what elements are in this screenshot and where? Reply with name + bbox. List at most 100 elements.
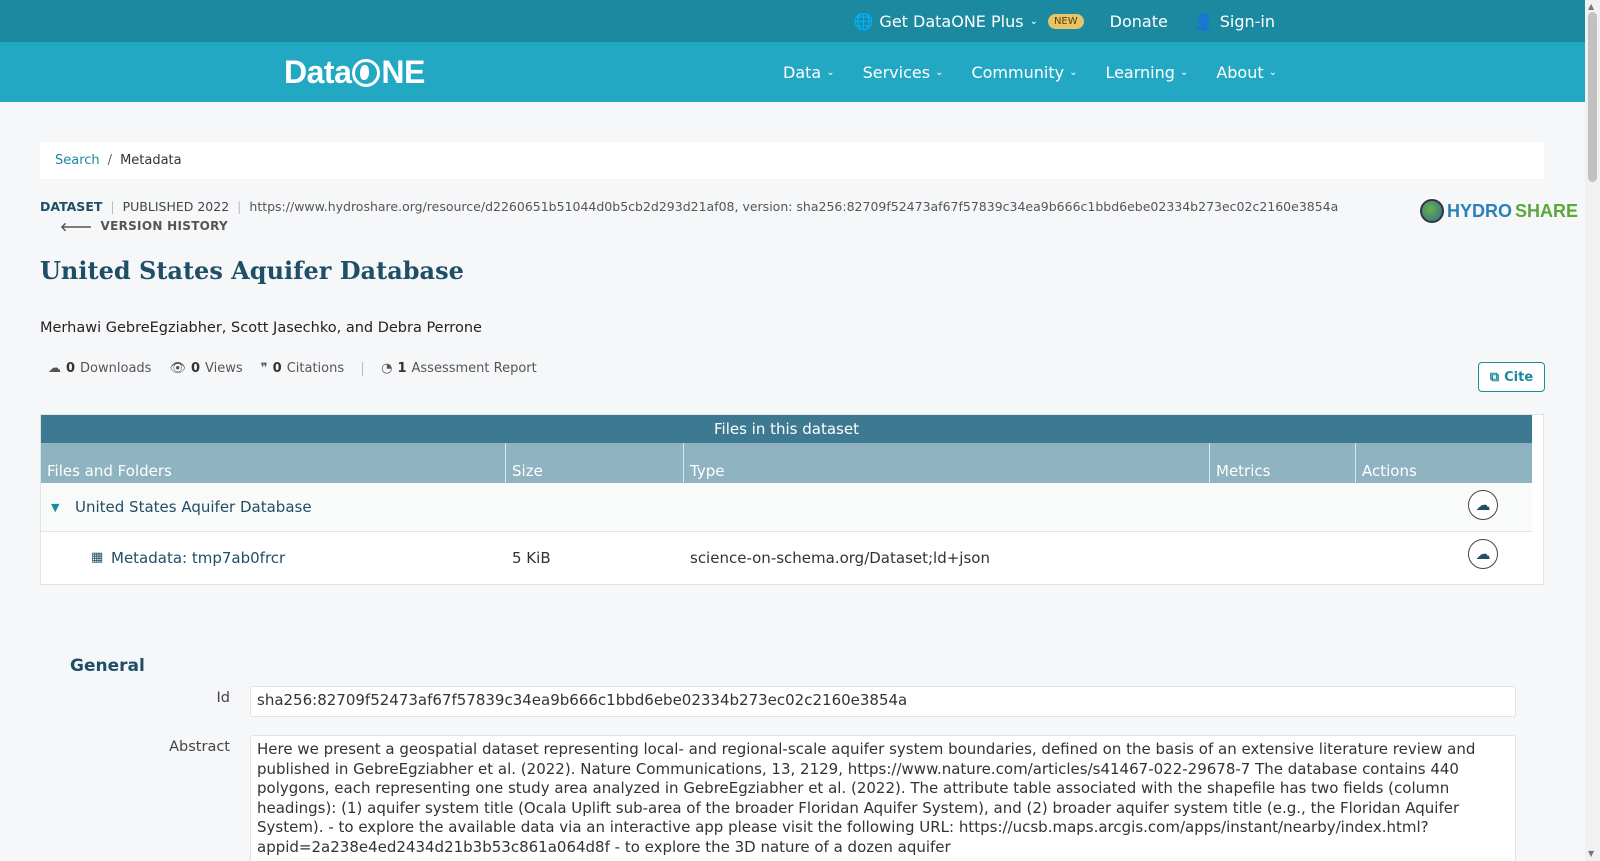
table-icon: ▦	[91, 550, 104, 565]
globe-icon: 🌐	[853, 11, 874, 31]
id-value: sha256:82709f52473af67f57839c34ea9b666c1…	[250, 686, 1516, 717]
cite-button[interactable]: ⧉ Cite	[1478, 362, 1545, 392]
downloads-count: 0	[66, 361, 76, 376]
citations-metric[interactable]: ❞ 0 Citations	[261, 361, 344, 376]
citations-count: 0	[272, 361, 282, 376]
nav-learning-label: Learning	[1105, 62, 1175, 82]
download-file-button[interactable]: ☁	[1468, 539, 1498, 569]
file-row: ▦ Metadata: tmp7ab0frcr 5 KiB science-on…	[41, 533, 1532, 582]
files-table-title: Files in this dataset	[41, 415, 1532, 443]
version-history-label: VERSION HISTORY	[100, 219, 229, 233]
abstract-label: Abstract	[169, 739, 230, 755]
scrollbar-thumb[interactable]	[1588, 12, 1597, 182]
cite-label: Cite	[1504, 369, 1534, 385]
assessment-label: Assessment Report	[411, 361, 537, 376]
sign-in-label: Sign-in	[1219, 11, 1275, 31]
version-history-link[interactable]: 🡐 VERSION HISTORY	[60, 219, 228, 234]
views-label: Views	[205, 361, 243, 376]
files-table: Files in this dataset Files and Folders …	[40, 414, 1544, 585]
breadcrumb-current: Metadata	[120, 153, 182, 168]
new-badge: NEW	[1047, 13, 1084, 29]
files-table-header-row: Files and Folders Size Type Metrics Acti…	[41, 443, 1532, 483]
cloud-download-icon: ☁	[1475, 496, 1491, 514]
general-section-title: General	[70, 656, 145, 676]
chevron-down-icon: ⌄	[1069, 66, 1078, 78]
download-folder-button[interactable]: ☁	[1468, 490, 1498, 520]
quote-icon: ❞	[260, 361, 268, 376]
assessment-count: 1	[397, 361, 407, 376]
chevron-down-icon: ⌄	[1268, 66, 1278, 78]
nav-services-label: Services	[862, 62, 931, 82]
file-size: 5 KiB	[512, 548, 551, 567]
get-dataone-plus-menu[interactable]: 🌐 Get DataONE Plus ⌄ NEW	[854, 12, 1084, 31]
published-label: PUBLISHED 2022	[122, 199, 230, 214]
logo-text-suffix: NE	[381, 54, 425, 90]
file-type: science-on-schema.org/Dataset;ld+json	[690, 548, 990, 567]
nav-data-label: Data	[783, 62, 822, 82]
meta-divider: |	[237, 199, 242, 214]
dataone-logo[interactable]: Data NE	[284, 54, 425, 91]
logo-text: Data	[284, 54, 352, 90]
metrics-bar: ☁ 0 Downloads 👁 0 Views ❞ 0 Citations ◔ …	[48, 361, 537, 376]
column-header-type: Type	[684, 443, 1210, 483]
chevron-down-icon: ⌄	[935, 66, 944, 78]
dataset-type-label: DATASET	[40, 199, 103, 214]
folder-row[interactable]: ▼ United States Aquifer Database ☁	[41, 483, 1532, 532]
abstract-value: Here we present a geospatial dataset rep…	[250, 735, 1516, 861]
column-header-metrics: Metrics	[1210, 443, 1356, 483]
assessment-report-metric[interactable]: ◔ 1 Assessment Report	[381, 361, 537, 376]
chevron-down-icon: ⌄	[1029, 15, 1038, 27]
chevron-down-icon: ⌄	[826, 66, 835, 78]
id-label: Id	[216, 690, 230, 706]
nav-community[interactable]: Community ⌄	[971, 63, 1077, 82]
views-metric[interactable]: 👁 0 Views	[169, 361, 242, 376]
breadcrumb-search-link[interactable]: Search	[55, 153, 100, 168]
sign-in-link[interactable]: 👤 Sign-in	[1194, 12, 1275, 31]
nav-about[interactable]: About ⌄	[1216, 63, 1277, 82]
nav-about-label: About	[1216, 62, 1264, 82]
downloads-label: Downloads	[80, 361, 152, 376]
column-header-actions: Actions	[1362, 462, 1417, 480]
dataset-title: United States Aquifer Database	[40, 256, 464, 285]
arrow-left-icon: 🡐	[60, 220, 93, 234]
page-scrollbar[interactable]: ▲ ▼	[1585, 0, 1600, 861]
nav-services[interactable]: Services ⌄	[863, 63, 944, 82]
dataset-authors: Merhawi GebreEgziabher, Scott Jasechko, …	[40, 320, 482, 336]
meta-divider: |	[110, 199, 115, 214]
downloads-metric[interactable]: ☁ 0 Downloads	[48, 361, 151, 376]
hydroshare-logo[interactable]: HYDRO SHARE	[1420, 199, 1578, 223]
gauge-icon: ◔	[381, 361, 393, 376]
scroll-up-arrow-icon[interactable]: ▲	[1588, 2, 1594, 11]
nav-data[interactable]: Data ⌄	[783, 63, 835, 82]
nav-learning[interactable]: Learning ⌄	[1105, 63, 1188, 82]
scroll-down-arrow-icon[interactable]: ▼	[1588, 849, 1594, 858]
hydroshare-text-a: HYDRO	[1447, 200, 1513, 221]
hydroshare-text-b: SHARE	[1515, 200, 1579, 221]
cloud-download-icon: ☁	[48, 361, 61, 376]
donate-label: Donate	[1109, 11, 1168, 31]
dataset-meta-line: DATASET | PUBLISHED 2022 | https://www.h…	[40, 199, 1338, 214]
hydroshare-globe-icon	[1420, 199, 1444, 223]
metrics-divider	[362, 361, 364, 376]
column-header-files: Files and Folders	[41, 443, 506, 483]
donate-link[interactable]: Donate	[1110, 12, 1168, 31]
folder-name[interactable]: United States Aquifer Database	[75, 498, 312, 516]
get-dataone-plus-label: Get DataONE Plus	[879, 11, 1024, 31]
column-header-size: Size	[506, 443, 684, 483]
breadcrumb: Search / Metadata	[40, 142, 1544, 179]
main-navbar: Data NE Data ⌄ Services ⌄ Community ⌄ Learni…	[0, 42, 1585, 102]
user-icon: 👤	[1193, 11, 1214, 31]
eye-icon: 👁	[169, 361, 186, 376]
top-bar: 🌐 Get DataONE Plus ⌄ NEW Donate 👤 Sign-i…	[0, 0, 1585, 42]
citations-label: Citations	[286, 361, 345, 376]
caret-down-icon[interactable]: ▼	[51, 501, 59, 514]
cloud-download-icon: ☁	[1475, 545, 1491, 563]
globe-logo-icon	[352, 58, 381, 87]
chevron-down-icon: ⌄	[1179, 66, 1189, 78]
nav-community-label: Community	[971, 62, 1065, 82]
views-count: 0	[190, 361, 201, 376]
dataset-identifier: https://www.hydroshare.org/resource/d226…	[249, 199, 1339, 214]
file-name[interactable]: Metadata: tmp7ab0frcr	[111, 549, 285, 567]
breadcrumb-separator: /	[107, 153, 113, 168]
copy-icon: ⧉	[1489, 369, 1500, 385]
